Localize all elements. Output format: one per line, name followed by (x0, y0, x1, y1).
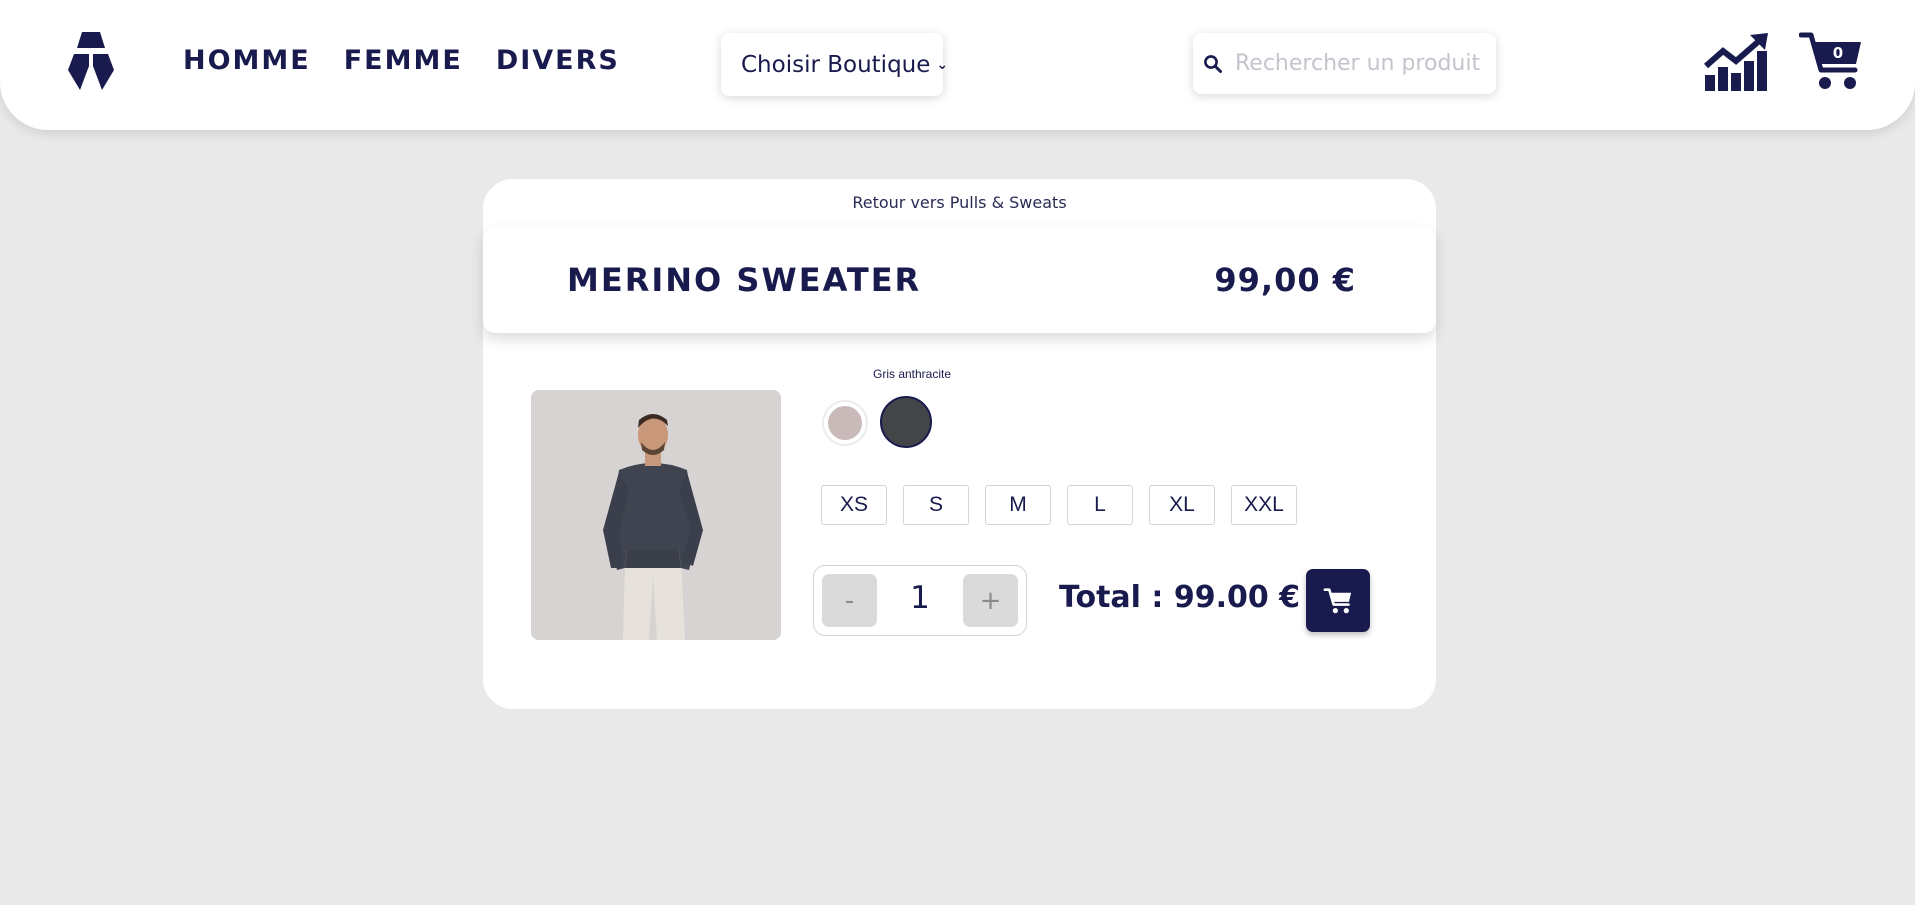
product-title-bar: MERINO SWEATER 99,00 € (483, 227, 1436, 333)
product-name: MERINO SWEATER (567, 261, 922, 299)
product-image (531, 390, 781, 640)
size-m-button[interactable]: M (985, 485, 1051, 525)
search-input[interactable] (1235, 51, 1485, 76)
chevron-down-icon: ⌄ (936, 56, 949, 73)
cart-count-badge: 0 (1832, 44, 1844, 62)
quantity-value[interactable]: 1 (877, 580, 963, 616)
cart-icon (1323, 587, 1352, 613)
color-swatch-gris-anthracite[interactable] (880, 396, 932, 448)
product-card: Retour vers Pulls & Sweats MERINO SWEATE… (483, 179, 1436, 709)
search-icon (1204, 54, 1222, 73)
size-xxl-button[interactable]: XXL (1231, 485, 1297, 525)
nav-divers[interactable]: DIVERS (496, 45, 620, 76)
search-box (1193, 33, 1496, 94)
size-options: XS S M L XL XXL (821, 485, 1297, 525)
nav-homme[interactable]: HOMME (183, 45, 311, 76)
stats-chart-icon[interactable] (1703, 33, 1769, 91)
shop-select[interactable]: Choisir Boutique ⌄ (721, 33, 948, 96)
shop-select-value: Choisir Boutique (741, 51, 931, 78)
quantity-increase-button[interactable]: + (963, 574, 1018, 627)
color-swatch-beige-fill (828, 406, 862, 440)
top-header: HOMME FEMME DIVERS Choisir Boutique ⌄ 0 (0, 0, 1915, 130)
color-swatch-beige[interactable] (822, 400, 868, 446)
quantity-stepper: - 1 + (813, 565, 1027, 636)
nav-femme[interactable]: FEMME (344, 45, 463, 76)
size-s-button[interactable]: S (903, 485, 969, 525)
size-xl-button[interactable]: XL (1149, 485, 1215, 525)
color-label-gris-anthracite: Gris anthracite (872, 367, 952, 381)
add-to-cart-button[interactable] (1306, 569, 1370, 632)
quantity-decrease-button[interactable]: - (822, 574, 877, 627)
main-nav: HOMME FEMME DIVERS (183, 45, 620, 76)
product-photo-illustration (531, 390, 781, 640)
cart-icon[interactable] (1799, 30, 1863, 94)
back-link[interactable]: Retour vers Pulls & Sweats (483, 193, 1436, 212)
size-l-button[interactable]: L (1067, 485, 1133, 525)
total-price: Total : 99.00 € (1059, 580, 1301, 615)
brand-logo-icon[interactable] (68, 32, 114, 92)
size-xs-button[interactable]: XS (821, 485, 887, 525)
product-price: 99,00 € (1214, 261, 1356, 299)
